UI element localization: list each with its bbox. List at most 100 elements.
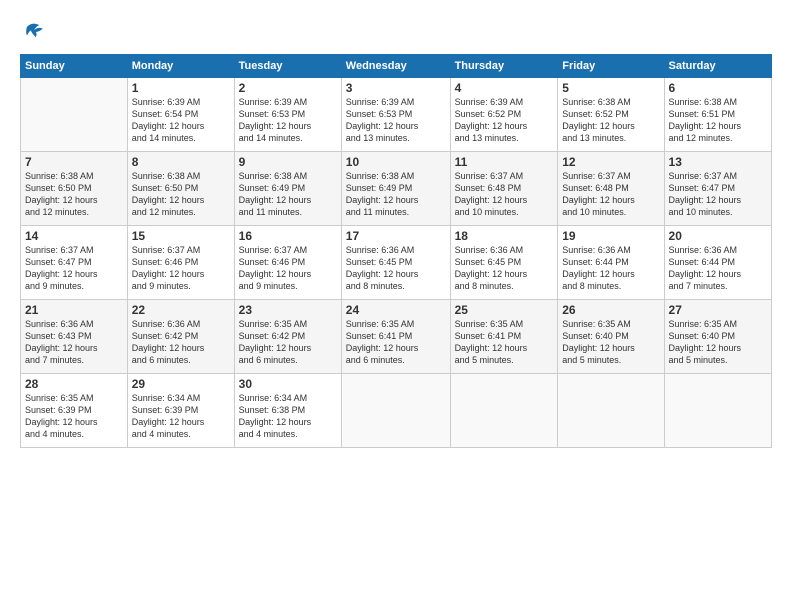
day-info: Sunrise: 6:38 AM Sunset: 6:49 PM Dayligh…	[239, 170, 337, 219]
calendar-row: 28Sunrise: 6:35 AM Sunset: 6:39 PM Dayli…	[21, 374, 772, 448]
day-info: Sunrise: 6:35 AM Sunset: 6:42 PM Dayligh…	[239, 318, 337, 367]
calendar-cell: 12Sunrise: 6:37 AM Sunset: 6:48 PM Dayli…	[558, 152, 664, 226]
calendar-row: 7Sunrise: 6:38 AM Sunset: 6:50 PM Daylig…	[21, 152, 772, 226]
calendar-cell: 5Sunrise: 6:38 AM Sunset: 6:52 PM Daylig…	[558, 78, 664, 152]
calendar-cell	[558, 374, 664, 448]
day-number: 5	[562, 81, 659, 95]
weekday-header-wednesday: Wednesday	[341, 55, 450, 78]
calendar-cell: 7Sunrise: 6:38 AM Sunset: 6:50 PM Daylig…	[21, 152, 128, 226]
day-number: 7	[25, 155, 123, 169]
day-number: 1	[132, 81, 230, 95]
calendar-row: 21Sunrise: 6:36 AM Sunset: 6:43 PM Dayli…	[21, 300, 772, 374]
calendar-cell: 19Sunrise: 6:36 AM Sunset: 6:44 PM Dayli…	[558, 226, 664, 300]
day-info: Sunrise: 6:37 AM Sunset: 6:47 PM Dayligh…	[669, 170, 767, 219]
calendar-cell: 29Sunrise: 6:34 AM Sunset: 6:39 PM Dayli…	[127, 374, 234, 448]
day-info: Sunrise: 6:39 AM Sunset: 6:53 PM Dayligh…	[346, 96, 446, 145]
day-info: Sunrise: 6:35 AM Sunset: 6:40 PM Dayligh…	[562, 318, 659, 367]
day-number: 27	[669, 303, 767, 317]
weekday-header-sunday: Sunday	[21, 55, 128, 78]
calendar-cell: 8Sunrise: 6:38 AM Sunset: 6:50 PM Daylig…	[127, 152, 234, 226]
weekday-header-saturday: Saturday	[664, 55, 771, 78]
day-info: Sunrise: 6:35 AM Sunset: 6:40 PM Dayligh…	[669, 318, 767, 367]
calendar-row: 1Sunrise: 6:39 AM Sunset: 6:54 PM Daylig…	[21, 78, 772, 152]
day-info: Sunrise: 6:38 AM Sunset: 6:50 PM Dayligh…	[132, 170, 230, 219]
weekday-header-friday: Friday	[558, 55, 664, 78]
calendar-cell: 23Sunrise: 6:35 AM Sunset: 6:42 PM Dayli…	[234, 300, 341, 374]
day-number: 12	[562, 155, 659, 169]
day-number: 4	[455, 81, 554, 95]
day-info: Sunrise: 6:38 AM Sunset: 6:52 PM Dayligh…	[562, 96, 659, 145]
day-info: Sunrise: 6:37 AM Sunset: 6:48 PM Dayligh…	[455, 170, 554, 219]
calendar-cell: 13Sunrise: 6:37 AM Sunset: 6:47 PM Dayli…	[664, 152, 771, 226]
calendar-cell: 22Sunrise: 6:36 AM Sunset: 6:42 PM Dayli…	[127, 300, 234, 374]
day-number: 14	[25, 229, 123, 243]
day-info: Sunrise: 6:35 AM Sunset: 6:41 PM Dayligh…	[346, 318, 446, 367]
day-number: 2	[239, 81, 337, 95]
weekday-header-thursday: Thursday	[450, 55, 558, 78]
day-info: Sunrise: 6:38 AM Sunset: 6:51 PM Dayligh…	[669, 96, 767, 145]
day-number: 19	[562, 229, 659, 243]
day-info: Sunrise: 6:37 AM Sunset: 6:46 PM Dayligh…	[132, 244, 230, 293]
calendar-cell: 17Sunrise: 6:36 AM Sunset: 6:45 PM Dayli…	[341, 226, 450, 300]
day-info: Sunrise: 6:38 AM Sunset: 6:50 PM Dayligh…	[25, 170, 123, 219]
calendar-cell: 6Sunrise: 6:38 AM Sunset: 6:51 PM Daylig…	[664, 78, 771, 152]
day-info: Sunrise: 6:39 AM Sunset: 6:52 PM Dayligh…	[455, 96, 554, 145]
day-info: Sunrise: 6:37 AM Sunset: 6:47 PM Dayligh…	[25, 244, 123, 293]
calendar-cell: 4Sunrise: 6:39 AM Sunset: 6:52 PM Daylig…	[450, 78, 558, 152]
logo-icon	[20, 18, 48, 46]
day-info: Sunrise: 6:36 AM Sunset: 6:44 PM Dayligh…	[669, 244, 767, 293]
calendar-cell	[341, 374, 450, 448]
calendar-table: SundayMondayTuesdayWednesdayThursdayFrid…	[20, 54, 772, 448]
calendar-cell: 26Sunrise: 6:35 AM Sunset: 6:40 PM Dayli…	[558, 300, 664, 374]
day-number: 22	[132, 303, 230, 317]
day-info: Sunrise: 6:37 AM Sunset: 6:48 PM Dayligh…	[562, 170, 659, 219]
day-info: Sunrise: 6:36 AM Sunset: 6:42 PM Dayligh…	[132, 318, 230, 367]
calendar-cell: 24Sunrise: 6:35 AM Sunset: 6:41 PM Dayli…	[341, 300, 450, 374]
calendar-cell: 15Sunrise: 6:37 AM Sunset: 6:46 PM Dayli…	[127, 226, 234, 300]
calendar-cell: 9Sunrise: 6:38 AM Sunset: 6:49 PM Daylig…	[234, 152, 341, 226]
weekday-header-row: SundayMondayTuesdayWednesdayThursdayFrid…	[21, 55, 772, 78]
day-info: Sunrise: 6:36 AM Sunset: 6:43 PM Dayligh…	[25, 318, 123, 367]
logo	[20, 18, 52, 46]
day-number: 11	[455, 155, 554, 169]
weekday-header-tuesday: Tuesday	[234, 55, 341, 78]
day-number: 24	[346, 303, 446, 317]
calendar-cell	[450, 374, 558, 448]
calendar-page: SundayMondayTuesdayWednesdayThursdayFrid…	[0, 0, 792, 612]
day-number: 17	[346, 229, 446, 243]
day-info: Sunrise: 6:34 AM Sunset: 6:39 PM Dayligh…	[132, 392, 230, 441]
calendar-cell: 11Sunrise: 6:37 AM Sunset: 6:48 PM Dayli…	[450, 152, 558, 226]
day-info: Sunrise: 6:37 AM Sunset: 6:46 PM Dayligh…	[239, 244, 337, 293]
header	[20, 18, 772, 46]
day-number: 6	[669, 81, 767, 95]
day-number: 18	[455, 229, 554, 243]
weekday-header-monday: Monday	[127, 55, 234, 78]
day-info: Sunrise: 6:35 AM Sunset: 6:39 PM Dayligh…	[25, 392, 123, 441]
calendar-cell	[664, 374, 771, 448]
day-number: 25	[455, 303, 554, 317]
day-info: Sunrise: 6:35 AM Sunset: 6:41 PM Dayligh…	[455, 318, 554, 367]
day-number: 10	[346, 155, 446, 169]
calendar-cell: 28Sunrise: 6:35 AM Sunset: 6:39 PM Dayli…	[21, 374, 128, 448]
calendar-cell: 21Sunrise: 6:36 AM Sunset: 6:43 PM Dayli…	[21, 300, 128, 374]
day-info: Sunrise: 6:34 AM Sunset: 6:38 PM Dayligh…	[239, 392, 337, 441]
day-number: 16	[239, 229, 337, 243]
calendar-cell: 20Sunrise: 6:36 AM Sunset: 6:44 PM Dayli…	[664, 226, 771, 300]
calendar-cell: 27Sunrise: 6:35 AM Sunset: 6:40 PM Dayli…	[664, 300, 771, 374]
day-info: Sunrise: 6:39 AM Sunset: 6:54 PM Dayligh…	[132, 96, 230, 145]
calendar-cell: 10Sunrise: 6:38 AM Sunset: 6:49 PM Dayli…	[341, 152, 450, 226]
calendar-cell: 30Sunrise: 6:34 AM Sunset: 6:38 PM Dayli…	[234, 374, 341, 448]
calendar-cell: 2Sunrise: 6:39 AM Sunset: 6:53 PM Daylig…	[234, 78, 341, 152]
calendar-cell: 25Sunrise: 6:35 AM Sunset: 6:41 PM Dayli…	[450, 300, 558, 374]
calendar-row: 14Sunrise: 6:37 AM Sunset: 6:47 PM Dayli…	[21, 226, 772, 300]
day-number: 3	[346, 81, 446, 95]
day-info: Sunrise: 6:36 AM Sunset: 6:45 PM Dayligh…	[346, 244, 446, 293]
day-number: 9	[239, 155, 337, 169]
calendar-cell: 14Sunrise: 6:37 AM Sunset: 6:47 PM Dayli…	[21, 226, 128, 300]
day-number: 8	[132, 155, 230, 169]
calendar-cell: 3Sunrise: 6:39 AM Sunset: 6:53 PM Daylig…	[341, 78, 450, 152]
day-number: 26	[562, 303, 659, 317]
day-info: Sunrise: 6:36 AM Sunset: 6:45 PM Dayligh…	[455, 244, 554, 293]
day-number: 13	[669, 155, 767, 169]
day-number: 15	[132, 229, 230, 243]
